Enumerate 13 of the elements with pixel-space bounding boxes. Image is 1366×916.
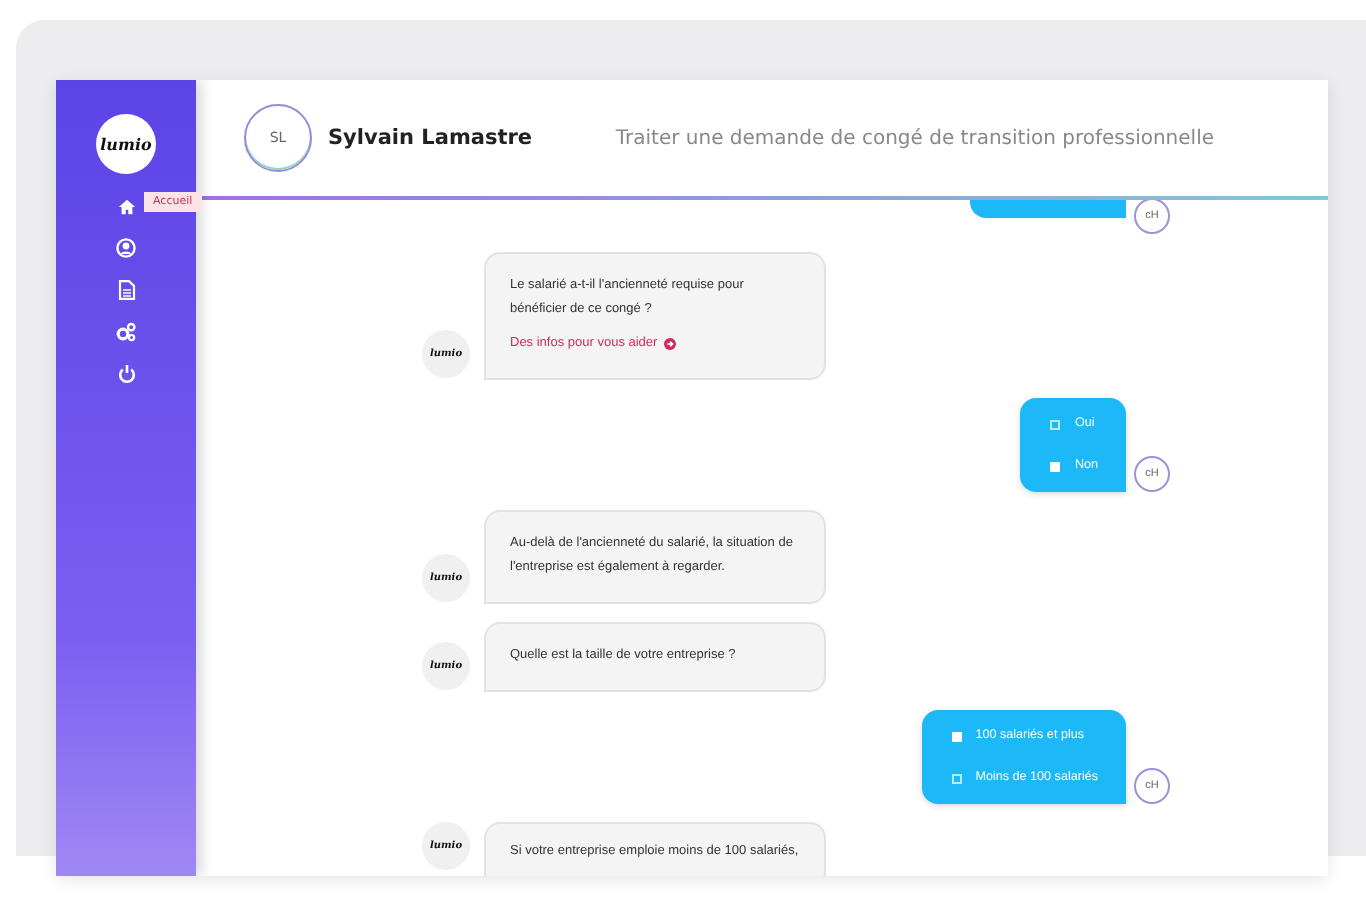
home-icon[interactable] <box>117 197 135 215</box>
user-circle-icon[interactable] <box>116 238 136 258</box>
checkbox[interactable] <box>1050 461 1061 471</box>
gears-icon[interactable] <box>116 322 136 342</box>
logo: lumio <box>96 114 156 174</box>
user-name: Sylvain Lamastre <box>328 126 533 150</box>
checkbox[interactable] <box>1050 419 1061 429</box>
page-title: Traiter une demande de congé de transition professionnelle <box>615 127 1214 149</box>
power-icon[interactable] <box>117 364 135 384</box>
checkbox[interactable] <box>951 773 962 783</box>
document-icon[interactable] <box>117 280 135 300</box>
checkbox[interactable] <box>951 731 962 741</box>
arrow-circle-icon <box>663 338 676 350</box>
